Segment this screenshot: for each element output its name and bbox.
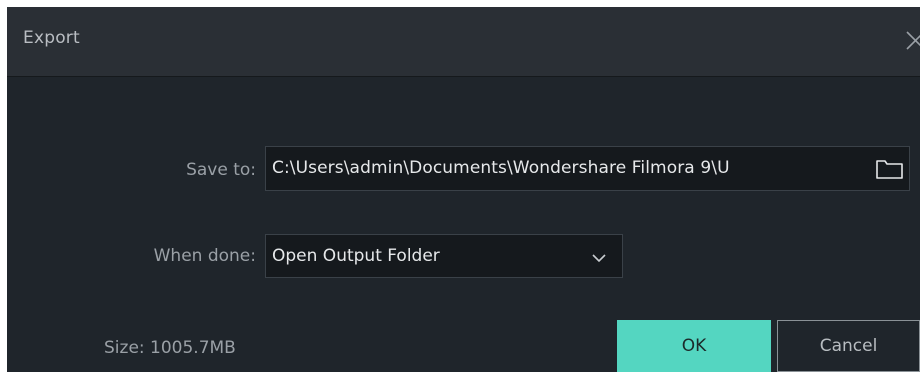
size-value: 1005.7MB xyxy=(150,338,236,358)
save-to-label: Save to: xyxy=(186,160,256,180)
size-label: Size: xyxy=(104,338,145,358)
size-info: Size: 1005.7MB xyxy=(104,338,236,358)
ok-button[interactable]: OK xyxy=(617,320,771,372)
folder-icon[interactable] xyxy=(875,157,905,181)
cancel-button[interactable]: Cancel xyxy=(777,320,920,372)
when-done-value: Open Output Folder xyxy=(272,246,440,266)
export-dialog: Export Save to: C:\Users\admin\Documents… xyxy=(7,7,920,372)
save-path-field[interactable]: C:\Users\admin\Documents\Wondershare Fil… xyxy=(265,146,910,191)
dialog-title: Export xyxy=(23,28,80,48)
when-done-select[interactable]: Open Output Folder xyxy=(265,234,623,278)
when-done-label: When done: xyxy=(153,246,256,266)
chevron-down-icon[interactable] xyxy=(591,249,607,263)
close-icon[interactable] xyxy=(904,27,920,51)
save-path-value[interactable]: C:\Users\admin\Documents\Wondershare Fil… xyxy=(272,158,866,178)
title-bar: Export xyxy=(7,7,920,77)
